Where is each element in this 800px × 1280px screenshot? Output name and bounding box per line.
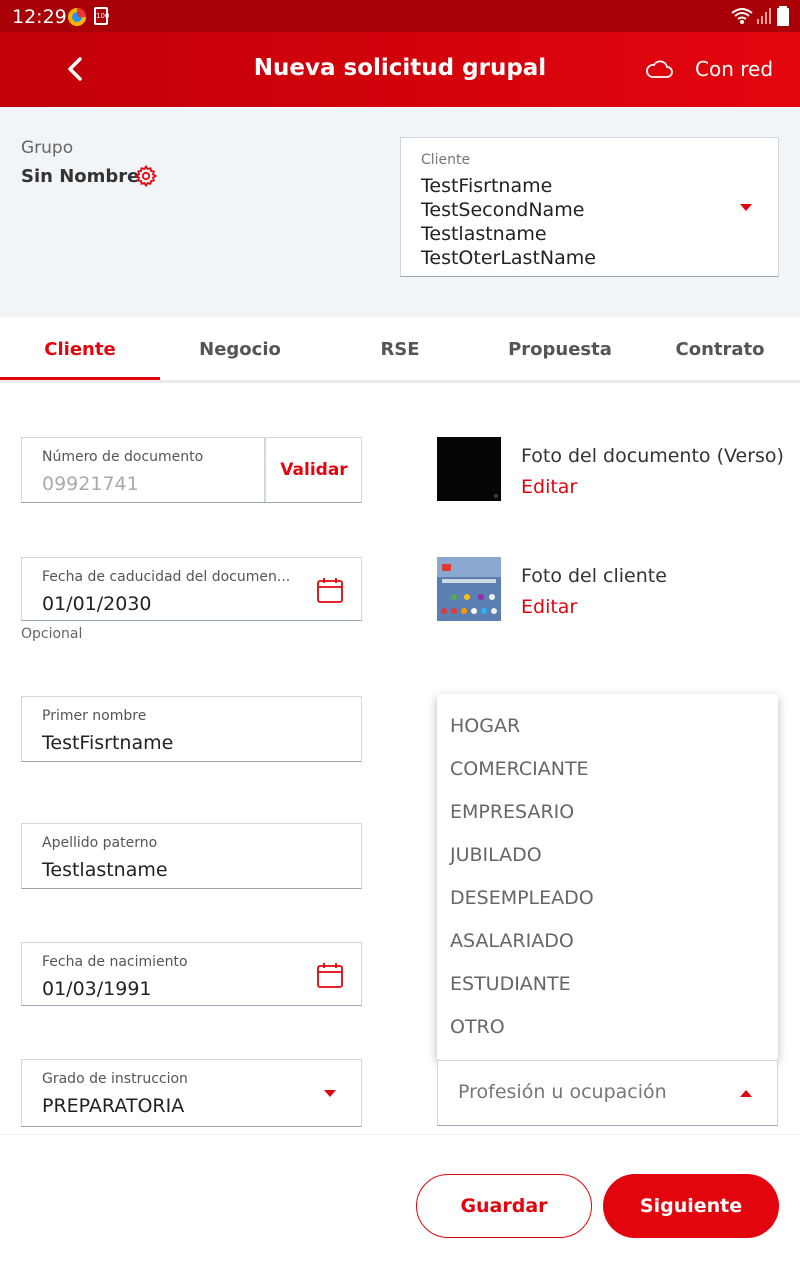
birth-date-label: Fecha de nacimiento [42, 954, 188, 970]
tab-rse[interactable]: RSE [320, 317, 480, 380]
education-select[interactable]: Grado de instruccion PREPARATORIA [21, 1059, 362, 1127]
document-photo-title: Foto del documento (Verso) [521, 445, 784, 467]
calendar-icon[interactable] [316, 576, 344, 604]
profession-option[interactable]: ASALARIADO [450, 930, 574, 952]
profession-option[interactable]: OTRO [450, 1016, 505, 1038]
app-bar: Nueva solicitud grupal Con red [0, 32, 800, 107]
first-name-value: TestFisrtname [42, 732, 174, 754]
wifi-icon [731, 8, 753, 24]
first-name-field[interactable]: Primer nombre TestFisrtname [21, 696, 362, 762]
save-button[interactable]: Guardar [416, 1174, 592, 1238]
birth-date-field[interactable]: Fecha de nacimiento 01/03/1991 [21, 942, 362, 1006]
group-name: Sin Nombre [21, 166, 140, 187]
paternal-surname-label: Apellido paterno [42, 835, 158, 851]
expiry-date-value: 01/01/2030 [42, 593, 152, 615]
tab-contrato[interactable]: Contrato [640, 317, 800, 380]
paternal-surname-field[interactable]: Apellido paterno Testlastname [21, 823, 362, 889]
profession-select[interactable]: Profesión u ocupación [437, 1060, 778, 1126]
browser-icon [68, 8, 86, 26]
thumbnail-dot [494, 494, 498, 498]
tab-propuesta[interactable]: Propuesta [480, 317, 640, 380]
dropdown-caret-icon [740, 204, 752, 211]
paternal-surname-value: Testlastname [42, 859, 168, 881]
profession-option[interactable]: ESTUDIANTE [450, 973, 571, 995]
client-select[interactable]: Cliente TestFisrtname TestSecondName Tes… [400, 137, 779, 277]
page-title: Nueva solicitud grupal [253, 55, 547, 81]
signal-icon [757, 8, 771, 24]
client-photo-edit-link[interactable]: Editar [521, 596, 577, 618]
client-photo-thumbnail[interactable] [437, 557, 501, 621]
tab-negocio[interactable]: Negocio [160, 317, 320, 380]
client-line: TestSecondName [421, 199, 585, 221]
expiry-date-field[interactable]: Fecha de caducidad del documen... 01/01/… [21, 557, 362, 621]
gear-icon[interactable] [135, 165, 157, 187]
battery-icon: 100 [94, 7, 110, 25]
tab-cliente[interactable]: Cliente [0, 317, 160, 380]
education-value: PREPARATORIA [42, 1095, 185, 1117]
profession-option[interactable]: DESEMPLEADO [450, 887, 594, 909]
document-number-value: 09921741 [42, 473, 139, 495]
app-screen: 12:29 100 Nueva solicitud grupal Con red… [0, 0, 800, 1280]
calendar-icon[interactable] [316, 961, 344, 989]
document-photo-edit-link[interactable]: Editar [521, 476, 577, 498]
profession-placeholder: Profesión u ocupación [458, 1081, 667, 1103]
education-label: Grado de instruccion [42, 1071, 188, 1087]
client-select-label: Cliente [421, 152, 471, 168]
expiry-date-label: Fecha de caducidad del documen... [42, 569, 291, 585]
client-line: Testlastname [421, 223, 547, 245]
profession-option[interactable]: COMERCIANTE [450, 758, 589, 780]
profession-dropdown-menu: HOGAR COMERCIANTE EMPRESARIO JUBILADO DE… [437, 694, 778, 1060]
section-tabs: Cliente Negocio RSE Propuesta Contrato [0, 317, 800, 383]
network-status: Con red [695, 57, 774, 81]
next-button[interactable]: Siguiente [603, 1174, 779, 1238]
document-number-field[interactable]: Número de documento 09921741 Validar [21, 437, 362, 503]
group-label: Grupo [21, 138, 74, 158]
cloud-icon [646, 60, 673, 78]
profession-option[interactable]: HOGAR [450, 715, 520, 737]
footer-actions: Guardar Siguiente [0, 1134, 800, 1280]
dropdown-caret-up-icon [740, 1090, 752, 1097]
document-number-label: Número de documento [42, 449, 204, 465]
battery-level-icon [777, 6, 789, 26]
client-photo-title: Foto del cliente [521, 565, 667, 587]
document-photo-thumbnail[interactable] [437, 437, 501, 501]
group-header: Grupo Sin Nombre Cliente TestFisrtname T… [0, 107, 800, 317]
birth-date-value: 01/03/1991 [42, 978, 152, 1000]
validate-button[interactable]: Validar [264, 438, 362, 502]
profession-option[interactable]: JUBILADO [450, 844, 542, 866]
expiry-date-hint: Opcional [21, 626, 83, 642]
client-line: TestFisrtname [421, 175, 553, 197]
client-select-value: TestFisrtname TestSecondName Testlastnam… [421, 174, 596, 270]
client-line: TestOterLastName [421, 247, 596, 269]
profession-option[interactable]: EMPRESARIO [450, 801, 574, 823]
status-time: 12:29 [12, 6, 67, 28]
dropdown-caret-icon [324, 1090, 336, 1097]
status-bar: 12:29 100 [0, 0, 800, 32]
first-name-label: Primer nombre [42, 708, 147, 724]
battery-badge: 100 [96, 12, 110, 20]
